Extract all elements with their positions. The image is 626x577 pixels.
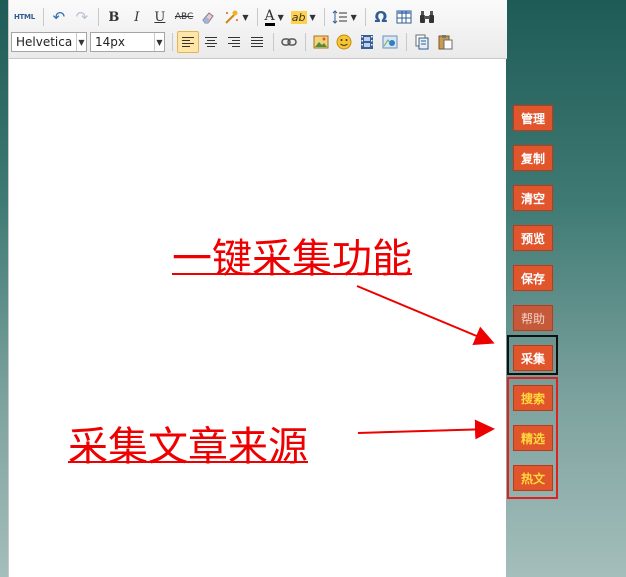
chevron-down-icon: ▼ — [76, 33, 86, 51]
align-right-button[interactable] — [223, 31, 245, 53]
chevron-down-icon: ▼ — [154, 33, 164, 51]
align-center-button[interactable] — [200, 31, 222, 53]
clipboard-icon — [438, 35, 453, 50]
html-source-button[interactable]: HTML — [11, 6, 38, 28]
find-button[interactable] — [416, 6, 438, 28]
table-icon — [396, 10, 412, 24]
link-icon — [281, 38, 297, 46]
map-button[interactable] — [379, 31, 401, 53]
font-size-select[interactable]: 14px ▼ — [90, 32, 165, 52]
italic-button[interactable]: I — [126, 6, 148, 28]
emoticon-button[interactable] — [333, 31, 355, 53]
image-icon — [313, 35, 329, 49]
align-right-icon — [228, 37, 240, 47]
chevron-down-icon: ▼ — [242, 12, 249, 22]
redo-button[interactable]: ↷ — [71, 6, 93, 28]
font-family-select[interactable]: Helvetica ▼ — [11, 32, 87, 52]
annotation-one-click-collect: 一键采集功能 — [172, 236, 412, 282]
underline-button[interactable]: U — [149, 6, 171, 28]
preview-button[interactable]: 预览 — [513, 225, 553, 251]
toolbar-divider — [273, 33, 274, 51]
redo-icon: ↷ — [75, 8, 89, 26]
video-button[interactable] — [356, 31, 378, 53]
binoculars-icon — [419, 11, 434, 23]
map-icon — [382, 35, 398, 49]
toolbar-row-2: Helvetica ▼ 14px ▼ — [11, 29, 457, 55]
align-center-icon — [205, 37, 217, 47]
undo-icon: ↶ — [52, 8, 66, 26]
align-justify-button[interactable] — [246, 31, 268, 53]
chevron-down-icon: ▼ — [350, 12, 357, 22]
toolbar-divider — [42, 8, 44, 26]
help-button[interactable]: 帮助 — [513, 305, 553, 331]
strikethrough-button[interactable]: ABC — [172, 6, 196, 28]
line-height-button[interactable]: ▼ — [329, 6, 360, 28]
clear-button[interactable]: 清空 — [513, 185, 553, 211]
editor-toolbar: HTML ↶ ↷ B I U ABC ▼ A ▼ ab ▼ ▼ Ω Helvet… — [9, 0, 507, 59]
background-color-button[interactable]: ab ▼ — [288, 6, 319, 28]
chevron-down-icon: ▼ — [277, 12, 284, 22]
manage-button[interactable]: 管理 — [513, 105, 553, 131]
paste-button[interactable] — [434, 31, 456, 53]
line-spacing-icon — [332, 10, 347, 24]
toolbar-divider — [323, 8, 325, 26]
toolbar-divider — [97, 8, 99, 26]
align-left-button[interactable] — [177, 31, 199, 53]
rich-text-editor: HTML ↶ ↷ B I U ABC ▼ A ▼ ab ▼ ▼ Ω Helvet… — [8, 0, 507, 577]
chevron-down-icon: ▼ — [309, 12, 316, 22]
collect-highlight-box — [507, 335, 558, 375]
source-highlight-box — [507, 377, 558, 499]
smiley-icon — [336, 34, 352, 50]
eraser-button[interactable] — [197, 6, 219, 28]
toolbar-divider — [256, 8, 258, 26]
align-left-icon — [182, 37, 194, 47]
film-icon — [361, 35, 373, 49]
annotation-collect-source: 采集文章来源 — [68, 424, 308, 470]
align-justify-icon — [251, 37, 263, 47]
toolbar-divider — [172, 33, 173, 51]
toolbar-row-1: HTML ↶ ↷ B I U ABC ▼ A ▼ ab ▼ ▼ Ω — [11, 4, 439, 30]
eraser-icon — [202, 12, 215, 24]
toolbar-divider — [364, 8, 366, 26]
bold-button[interactable]: B — [103, 6, 125, 28]
table-button[interactable] — [393, 6, 415, 28]
template-button[interactable] — [411, 31, 433, 53]
image-button[interactable] — [310, 31, 332, 53]
special-char-button[interactable]: Ω — [370, 6, 392, 28]
magic-wand-icon — [225, 10, 239, 24]
toolbar-divider — [406, 33, 407, 51]
save-button[interactable]: 保存 — [513, 265, 553, 291]
link-button[interactable] — [278, 31, 300, 53]
undo-button[interactable]: ↶ — [48, 6, 70, 28]
font-color-button[interactable]: A ▼ — [262, 6, 287, 28]
copy-button[interactable]: 复制 — [513, 145, 553, 171]
format-paint-button[interactable]: ▼ — [220, 6, 251, 28]
template-icon — [415, 34, 429, 50]
editor-content-area[interactable] — [9, 59, 506, 577]
toolbar-divider — [305, 33, 306, 51]
